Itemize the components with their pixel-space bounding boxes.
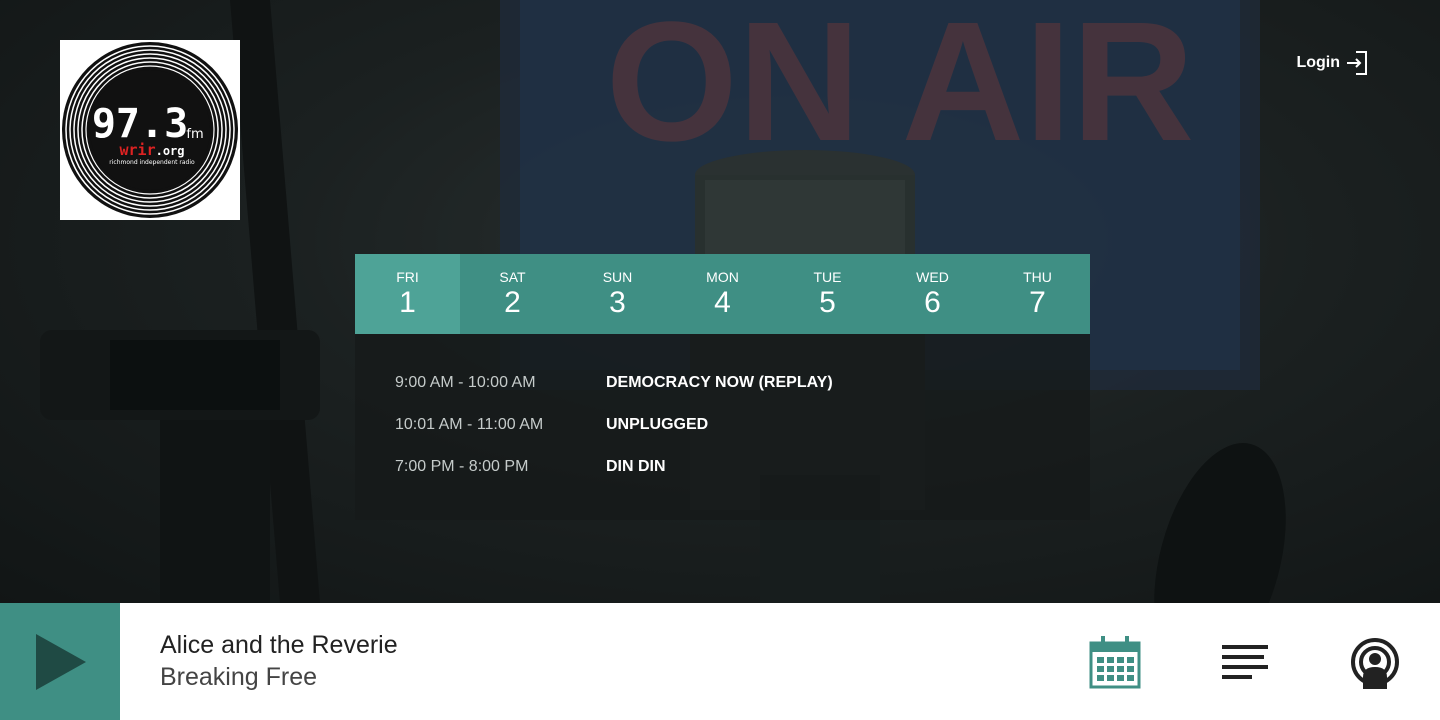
day-tabs: FRI 1 SAT 2 SUN 3 MON 4 TUE 5 WED 6 THU …	[355, 254, 1090, 334]
schedule-button[interactable]	[1089, 635, 1141, 694]
play-icon	[36, 633, 86, 690]
login-label: Login	[1296, 54, 1340, 71]
day-number: 7	[1029, 286, 1046, 319]
day-tab-wed[interactable]: WED 6	[880, 254, 985, 334]
playlist-button[interactable]	[1222, 645, 1270, 686]
podcast-button[interactable]	[1350, 637, 1400, 694]
playlist-icon	[1222, 645, 1268, 679]
day-number: 5	[819, 286, 836, 319]
day-number: 6	[924, 286, 941, 319]
svg-text:wrir.org: wrir.org	[119, 141, 184, 159]
day-name: SUN	[602, 269, 633, 285]
show-time: 7:00 PM - 8:00 PM	[395, 458, 529, 475]
show-time: 9:00 AM - 10:00 AM	[395, 374, 536, 391]
logo-domain: .org	[156, 144, 185, 158]
show-title: DEMOCRACY NOW (REPLAY)	[606, 374, 833, 391]
play-button[interactable]	[0, 603, 120, 720]
day-name: WED	[916, 269, 949, 285]
day-name: THU	[1023, 269, 1052, 285]
logo-tagline: richmond independent radio	[109, 159, 195, 166]
day-tab-mon[interactable]: MON 4	[670, 254, 775, 334]
logo-call-sign: wrir	[119, 141, 155, 159]
show-title: DIN DIN	[606, 458, 666, 475]
podcast-icon	[1351, 638, 1399, 689]
show-row[interactable]: 9:00 AM - 10:00 AM DEMOCRACY NOW (REPLAY…	[355, 372, 1090, 414]
show-time: 10:01 AM - 11:00 AM	[395, 416, 544, 433]
show-row[interactable]: 7:00 PM - 8:00 PM DIN DIN	[355, 456, 1090, 498]
schedule-widget: FRI 1 SAT 2 SUN 3 MON 4 TUE 5 WED 6 THU …	[355, 254, 1090, 520]
day-name: SAT	[499, 269, 526, 285]
day-tab-tue[interactable]: TUE 5	[775, 254, 880, 334]
day-tab-thu[interactable]: THU 7	[985, 254, 1090, 334]
day-name: MON	[706, 269, 739, 285]
station-logo[interactable]: 97.3 fm wrir.org richmond independent ra…	[60, 40, 240, 220]
day-name: TUE	[813, 269, 842, 285]
day-tab-sun[interactable]: SUN 3	[565, 254, 670, 334]
day-name: FRI	[396, 269, 419, 285]
show-list: 9:00 AM - 10:00 AM DEMOCRACY NOW (REPLAY…	[355, 334, 1090, 520]
day-tab-sat[interactable]: SAT 2	[460, 254, 565, 334]
login-link[interactable]: Login	[1296, 50, 1368, 76]
day-number: 2	[504, 286, 521, 319]
day-tab-fri[interactable]: FRI 1	[355, 254, 460, 334]
login-arrow-icon	[1347, 51, 1367, 75]
show-title: UNPLUGGED	[606, 416, 709, 433]
day-number: 3	[609, 286, 626, 319]
day-number: 1	[399, 286, 416, 319]
calendar-icon	[1089, 636, 1141, 689]
day-number: 4	[714, 286, 731, 319]
show-row[interactable]: 10:01 AM - 11:00 AM UNPLUGGED	[355, 414, 1090, 456]
logo-band: fm	[186, 127, 203, 142]
